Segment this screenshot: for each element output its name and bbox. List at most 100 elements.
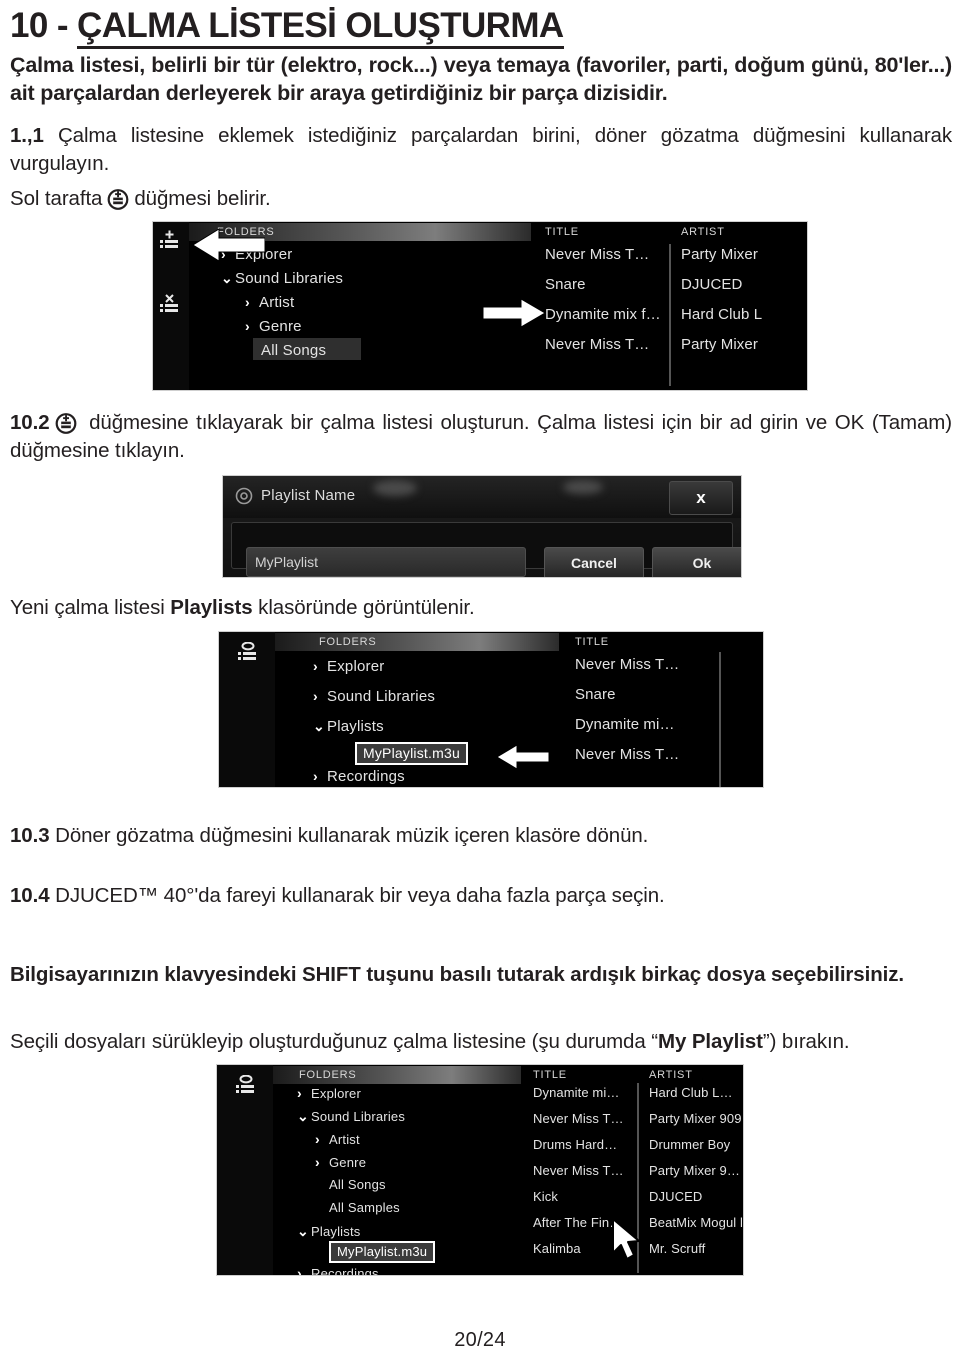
- artist-cell[interactable]: Hard Club L…: [649, 1085, 733, 1100]
- tree-item-label: Sound Libraries: [311, 1109, 406, 1125]
- title-cell[interactable]: Never Miss T…: [545, 246, 649, 263]
- step-1-paragraph: 1.,1 Çalma listesine eklemek istediğiniz…: [0, 122, 960, 179]
- tree-item-all-samples[interactable]: All Samples: [329, 1200, 400, 1215]
- step-3-text: Döner gözatma düğmesini kullanarak müzik…: [55, 823, 649, 847]
- chevron-right-icon: ›: [297, 1265, 302, 1277]
- artist-cell[interactable]: Hard Club L: [681, 306, 762, 323]
- artist-cell[interactable]: Party Mixer: [681, 246, 758, 263]
- title-cell[interactable]: Snare: [575, 686, 616, 703]
- step-3-number: 10.3: [10, 823, 50, 847]
- document-page: 10 - ÇALMA LİSTESİ OLUŞTURMA Çalma liste…: [0, 0, 960, 1366]
- quote-close: ”: [762, 1030, 770, 1054]
- chevron-right-icon: ›: [297, 1085, 302, 1102]
- artist-cell[interactable]: BeatMix Mogul l: [649, 1215, 743, 1230]
- add-playlist-icon[interactable]: [237, 641, 261, 668]
- folders-column-header: FOLDERS: [319, 635, 377, 648]
- selected-playlist-file[interactable]: MyPlaylist.m3u: [329, 1241, 436, 1264]
- title-cell[interactable]: Dynamite mi…: [575, 716, 675, 733]
- step-2-number: 10.2: [10, 410, 50, 434]
- screenshot-drag-tracks-to-playlist: FOLDERS › Explorer ⌄ Sound Libraries › Arti…: [216, 1064, 744, 1277]
- annotation-arrow-right: [483, 297, 545, 328]
- title-cell[interactable]: Never Miss T…: [545, 336, 649, 353]
- chevron-down-icon: ⌄: [297, 1108, 309, 1125]
- title-cell[interactable]: Dynamite mi…: [533, 1085, 619, 1100]
- selected-playlist-file[interactable]: MyPlaylist.m3u: [355, 741, 468, 765]
- tree-item-explorer[interactable]: › Explorer: [297, 1085, 361, 1101]
- title-cell[interactable]: Kalimba: [533, 1241, 581, 1256]
- title-cell[interactable]: Never Miss T…: [575, 656, 679, 673]
- dialog-title: Playlist Name: [261, 487, 356, 505]
- title-cell[interactable]: Never Miss T…: [575, 746, 679, 763]
- note-suffix: klasöründe görüntülenir.: [252, 596, 475, 620]
- tree-item-all-songs[interactable]: All Songs: [329, 1177, 386, 1192]
- artist-cell[interactable]: DJUCED: [681, 276, 742, 293]
- title-cell[interactable]: Never Miss T…: [533, 1163, 624, 1178]
- tree-item-explorer[interactable]: › Explorer: [313, 658, 384, 675]
- chevron-right-icon: ›: [313, 687, 318, 704]
- tree-item-sound-libraries[interactable]: › Sound Libraries: [313, 688, 435, 705]
- artist-cell[interactable]: Party Mixer 9…: [649, 1163, 740, 1178]
- tree-item-recordings[interactable]: › Recordings: [297, 1265, 379, 1277]
- artist-column-header: ARTIST: [649, 1069, 693, 1082]
- add-playlist-icon: [106, 187, 130, 211]
- screenshot-sound-libraries: FOLDERS › Explorer ⌄ Sound Libraries › Arti…: [152, 220, 808, 391]
- folders-column-header: FOLDERS: [299, 1069, 357, 1082]
- chevron-right-icon: ›: [245, 317, 250, 334]
- page-title-underlined: ÇALMA LİSTESİ OLUŞTURMA: [77, 6, 564, 49]
- tree-item-label: All Samples: [329, 1200, 400, 1216]
- drag-note-prefix: Seçili dosyaları sürükleyip oluşturduğun…: [10, 1030, 652, 1054]
- step-4-text: DJUCED™ 40°'da fareyi kullanarak bir vey…: [55, 883, 665, 907]
- tree-item-artist[interactable]: › Artist: [245, 294, 294, 311]
- tree-item-label: Artist: [259, 293, 295, 311]
- screenshot-playlist-name-dialog: Playlist Name x MyPlaylist Cancel Ok: [222, 475, 742, 579]
- add-playlist-icon[interactable]: [159, 230, 183, 256]
- playlist-name-input[interactable]: MyPlaylist: [246, 547, 526, 578]
- title-cell[interactable]: Never Miss T…: [533, 1111, 624, 1126]
- tree-item-label: Explorer: [327, 657, 385, 675]
- title-cell[interactable]: Drums Hard…: [533, 1137, 617, 1152]
- tree-item-label: Sound Libraries: [327, 687, 436, 705]
- tree-item-sound-libraries[interactable]: ⌄ Sound Libraries: [221, 270, 343, 287]
- drag-note-playlist-name: My Playlist: [657, 1030, 763, 1054]
- tree-item-genre[interactable]: › Genre: [245, 318, 302, 335]
- delete-playlist-icon[interactable]: [159, 294, 183, 320]
- note-prefix: Yeni çalma listesi: [10, 596, 171, 620]
- column-divider: [669, 243, 671, 386]
- artist-cell[interactable]: Party Mixer 909: [649, 1111, 742, 1126]
- step-2-text: düğmesine tıklayarak bir çalma listesi o…: [10, 410, 952, 463]
- tree-item-label: Artist: [329, 1132, 360, 1148]
- artist-cell[interactable]: DJUCED: [649, 1189, 702, 1204]
- ok-button[interactable]: Ok: [652, 547, 741, 578]
- screenshot-playlists-folder: FOLDERS › Explorer › Sound Libraries ⌄ Play…: [218, 630, 764, 788]
- artist-cell[interactable]: Mr. Scruff: [649, 1241, 705, 1256]
- chevron-right-icon: ›: [245, 293, 250, 310]
- add-playlist-icon[interactable]: [235, 1075, 259, 1101]
- title-cell[interactable]: Kick: [533, 1189, 558, 1204]
- artist-cell[interactable]: Party Mixer: [681, 336, 758, 353]
- step-1-text: Çalma listesine eklemek istediğiniz parç…: [10, 123, 952, 176]
- artist-column-header: ARTIST: [681, 225, 725, 238]
- dialog-body: MyPlaylist Cancel Ok: [231, 522, 741, 578]
- drag-note-suffix: ) bırakın.: [769, 1030, 850, 1054]
- annotation-arrow-left: [497, 743, 549, 770]
- step-2-paragraph: 10.2 düğmesine tıklayarak bir çalma list…: [0, 409, 960, 466]
- cancel-button[interactable]: Cancel: [544, 547, 644, 578]
- chevron-right-icon: ›: [315, 1131, 320, 1148]
- tree-item-artist[interactable]: › Artist: [315, 1131, 360, 1147]
- close-icon[interactable]: x: [669, 481, 733, 516]
- chevron-right-icon: ›: [313, 657, 318, 674]
- tree-item-playlists[interactable]: ⌄ Playlists: [313, 718, 384, 735]
- tree-item-all-songs[interactable]: All Songs: [261, 342, 326, 359]
- tree-item-sound-libraries[interactable]: ⌄ Sound Libraries: [297, 1108, 405, 1125]
- chevron-down-icon: ⌄: [313, 717, 325, 734]
- drag-drop-note: Seçili dosyaları sürükleyip oluşturduğun…: [0, 1027, 960, 1056]
- tree-item-playlists[interactable]: ⌄ Playlists: [297, 1223, 360, 1240]
- title-cell[interactable]: Snare: [545, 276, 586, 293]
- tree-item-genre[interactable]: › Genre: [315, 1154, 366, 1170]
- step-1-note-before: Sol tarafta: [10, 186, 103, 210]
- title-cell[interactable]: Dynamite mix f…: [545, 306, 661, 323]
- artist-cell[interactable]: Drummer Boy: [649, 1137, 730, 1152]
- tree-item-recordings[interactable]: › Recordings: [313, 768, 405, 785]
- title-column-header: TITLE: [533, 1069, 567, 1082]
- gear-icon: [235, 487, 253, 505]
